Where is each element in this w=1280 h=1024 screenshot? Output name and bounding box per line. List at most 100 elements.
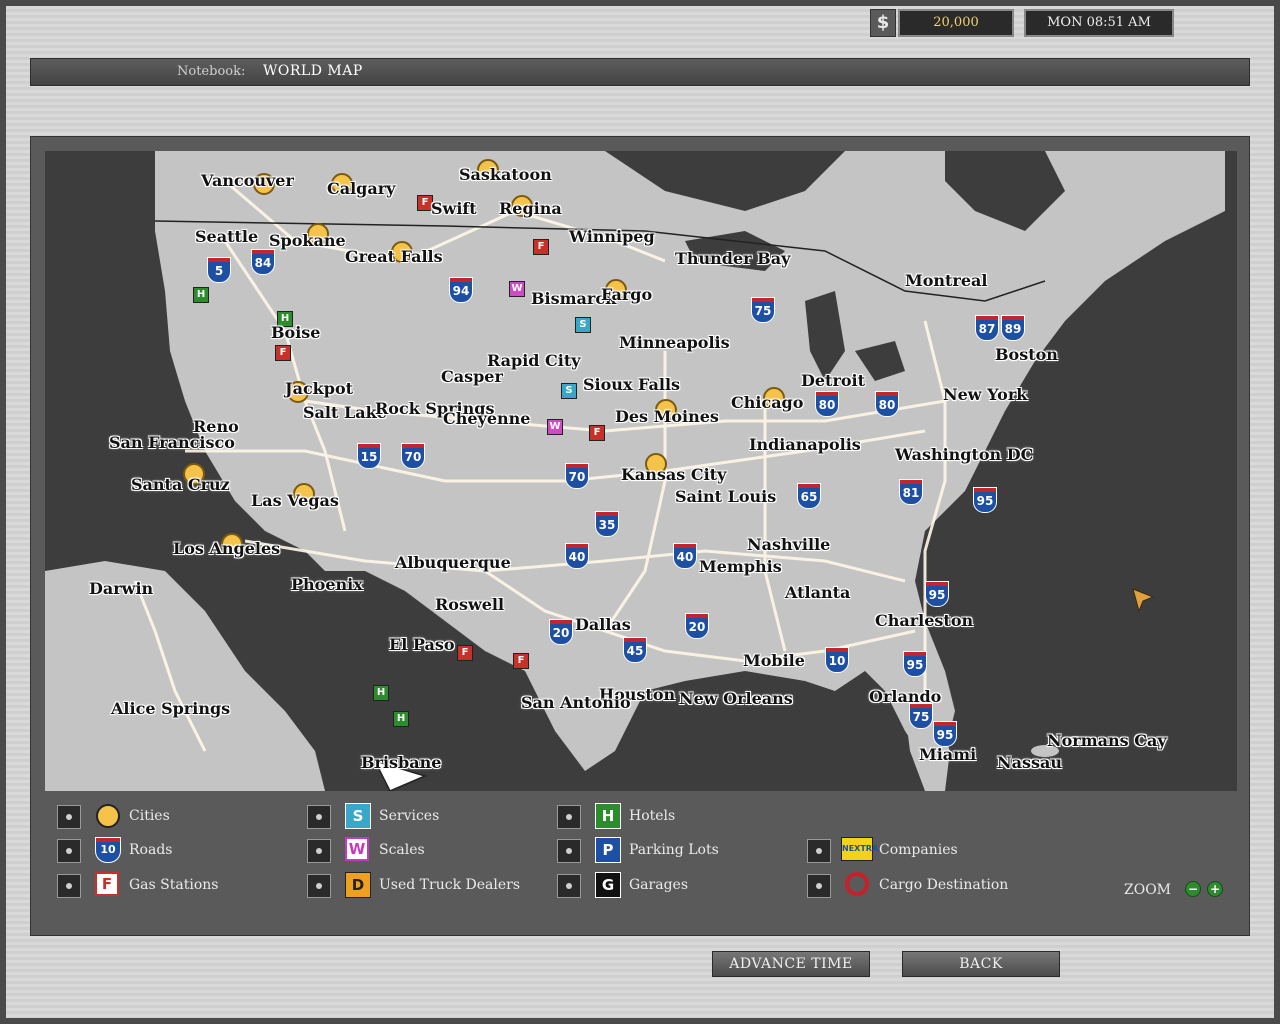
highway-shield: 80 xyxy=(875,391,899,417)
city-label: Charleston xyxy=(875,611,974,630)
parking-toggle[interactable] xyxy=(557,839,581,863)
highway-shield: 70 xyxy=(401,443,425,469)
city-label: Winnipeg xyxy=(569,227,655,246)
legend-cities[interactable]: Cities xyxy=(57,803,257,829)
gas-marker[interactable]: F xyxy=(589,425,605,441)
back-button[interactable]: BACK xyxy=(902,951,1060,977)
city-label: Chicago xyxy=(731,393,804,412)
city-label: Minneapolis xyxy=(619,333,730,352)
gas-marker[interactable]: F xyxy=(533,239,549,255)
legend-label: Cargo Destination xyxy=(879,877,1009,893)
money-display: 20,000 xyxy=(898,9,1014,37)
legend-services[interactable]: S Services xyxy=(307,803,507,829)
legend-cargo[interactable]: Cargo Destination xyxy=(807,872,1047,898)
city-label: Vancouver xyxy=(201,171,294,190)
hotel-marker[interactable]: H xyxy=(373,685,389,701)
city-label: Swift xyxy=(431,199,477,218)
city-label: Miami xyxy=(919,745,977,764)
highway-shield: 95 xyxy=(973,487,997,513)
dealers-toggle[interactable] xyxy=(307,874,331,898)
highway-shield: 75 xyxy=(909,703,933,729)
highway-shield: 94 xyxy=(449,277,473,303)
city-label: Calgary xyxy=(327,179,396,198)
legend-label: Services xyxy=(379,808,440,824)
city-label: Atlanta xyxy=(785,583,851,602)
garages-toggle[interactable] xyxy=(557,874,581,898)
legend-label: Used Truck Dealers xyxy=(379,877,520,893)
hotel-marker[interactable]: H xyxy=(393,711,409,727)
gas-icon: F xyxy=(95,872,119,896)
legend-label: Parking Lots xyxy=(629,842,719,858)
city-label: Cheyenne xyxy=(443,409,531,428)
legend-label: Companies xyxy=(879,842,958,858)
highway-shield: 5 xyxy=(207,257,231,283)
legend-companies[interactable]: NEXTRA Companies xyxy=(807,837,1027,863)
city-label: Los Angeles xyxy=(173,539,281,558)
scales-toggle[interactable] xyxy=(307,839,331,863)
city-label: Albuquerque xyxy=(395,553,511,572)
legend-label: Roads xyxy=(129,842,173,858)
highway-shield: 35 xyxy=(595,511,619,537)
city-label: Nassau xyxy=(997,753,1063,772)
legend-scales[interactable]: W Scales xyxy=(307,837,507,863)
cargo-toggle[interactable] xyxy=(807,874,831,898)
companies-toggle[interactable] xyxy=(807,839,831,863)
gas-marker[interactable]: F xyxy=(513,653,529,669)
highway-shield: 45 xyxy=(623,637,647,663)
cities-toggle[interactable] xyxy=(57,805,81,829)
city-label: Fargo xyxy=(601,285,653,304)
legend-gas[interactable]: F Gas Stations xyxy=(57,872,257,898)
city-label: Las Vegas xyxy=(251,491,339,510)
services-marker[interactable]: S xyxy=(575,317,591,333)
legend-dealers[interactable]: D Used Truck Dealers xyxy=(307,872,547,898)
money-icon: $ xyxy=(870,9,896,37)
city-label: New York xyxy=(943,385,1028,404)
highway-shield: 15 xyxy=(357,443,381,469)
zoom-in-button[interactable]: + xyxy=(1207,881,1223,897)
scale-marker[interactable]: W xyxy=(509,281,525,297)
city-label: Roswell xyxy=(435,595,505,614)
city-label: Spokane xyxy=(269,231,346,250)
map-panel: 5 84 94 75 87 89 15 70 70 65 35 40 40 20… xyxy=(30,136,1250,936)
company-icon: NEXTRA xyxy=(841,837,878,861)
city-label: Phoenix xyxy=(291,575,363,594)
gas-marker[interactable]: F xyxy=(457,645,473,661)
highway-shield: 40 xyxy=(565,543,589,569)
highway-shield: 40 xyxy=(673,543,697,569)
legend-label: Garages xyxy=(629,877,689,893)
highway-shield: 20 xyxy=(549,619,573,645)
clock-display: MON 08:51 AM xyxy=(1024,9,1174,37)
legend-parking[interactable]: P Parking Lots xyxy=(557,837,757,863)
city-label: Des Moines xyxy=(615,407,719,426)
dealer-icon: D xyxy=(345,872,371,898)
gas-marker[interactable]: F xyxy=(275,345,291,361)
legend-label: Gas Stations xyxy=(129,877,219,893)
legend-garages[interactable]: G Garages xyxy=(557,872,757,898)
city-label: Boston xyxy=(995,345,1058,364)
city-label: Detroit xyxy=(801,371,866,390)
city-label: Mobile xyxy=(743,651,805,670)
services-toggle[interactable] xyxy=(307,805,331,829)
legend-roads[interactable]: 10 Roads xyxy=(57,837,257,863)
city-label: Alice Springs xyxy=(111,699,231,718)
services-marker[interactable]: S xyxy=(561,383,577,399)
city-label: Dallas xyxy=(575,615,631,634)
roads-toggle[interactable] xyxy=(57,839,81,863)
hotels-toggle[interactable] xyxy=(557,805,581,829)
legend-hotels[interactable]: H Hotels xyxy=(557,803,757,829)
hotel-marker[interactable]: H xyxy=(193,287,209,303)
zoom-out-button[interactable]: − xyxy=(1185,881,1201,897)
highway-shield: 84 xyxy=(251,249,275,275)
world-map[interactable]: 5 84 94 75 87 89 15 70 70 65 35 40 40 20… xyxy=(45,151,1237,791)
highway-shield: 81 xyxy=(899,479,923,505)
highway-shield: 89 xyxy=(1001,315,1025,341)
gas-toggle[interactable] xyxy=(57,874,81,898)
city-label: Montreal xyxy=(905,271,988,290)
notebook-title: WORLD MAP xyxy=(263,63,363,79)
advance-time-button[interactable]: ADVANCE TIME xyxy=(712,951,870,977)
notebook-label: Notebook: xyxy=(177,64,246,79)
legend-label: Cities xyxy=(129,808,170,824)
garage-icon: G xyxy=(595,872,621,898)
city-label: Regina xyxy=(499,199,562,218)
scale-marker[interactable]: W xyxy=(547,419,563,435)
